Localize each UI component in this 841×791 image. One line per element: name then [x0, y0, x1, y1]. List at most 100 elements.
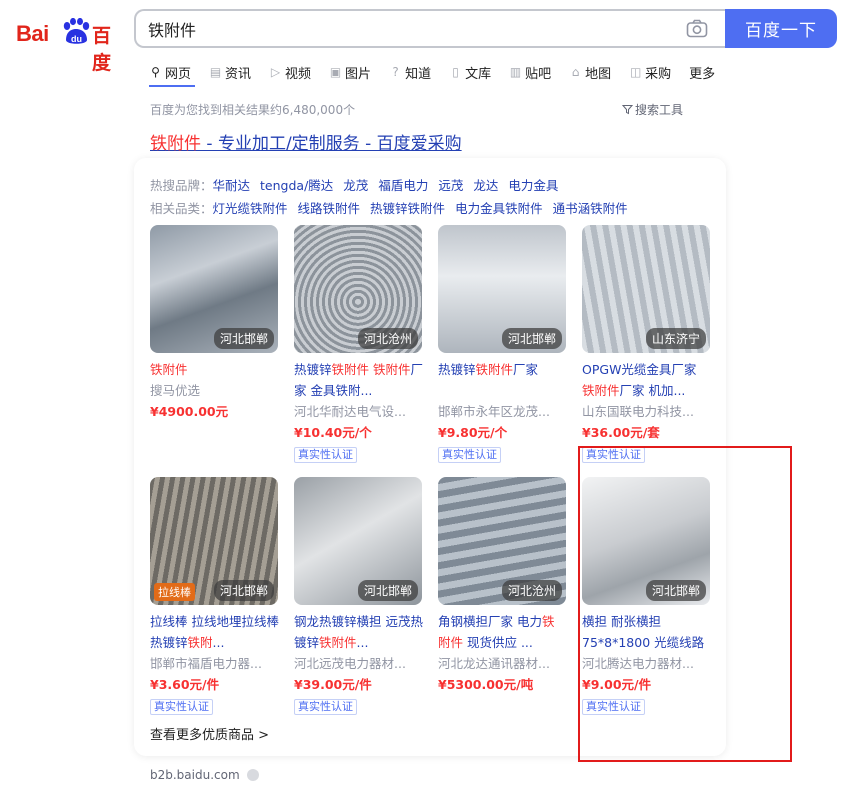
active-tab-indicator — [149, 85, 195, 87]
product-image[interactable]: 河北沧州 — [438, 477, 566, 605]
product-shop-name[interactable]: 邯郸市福盾电力器... — [150, 653, 280, 674]
related-category-link[interactable]: 线路铁附件 — [298, 201, 361, 216]
tab-label: 更多 — [689, 66, 716, 82]
product-item[interactable]: 山东济宁 OPGW光缆金具厂家 铁附件厂家 机加... 山东国联电力科技... ¥36… — [582, 225, 712, 463]
tab-news[interactable]: ▤ 资讯 — [209, 60, 251, 84]
product-name-part: 铁 — [541, 614, 555, 629]
product-location-badge: 河北邯郸 — [645, 580, 706, 601]
related-category-link[interactable]: 热镀锌铁附件 — [370, 201, 445, 216]
authenticity-badge: 真实性认证 — [150, 699, 213, 715]
hot-brand-link[interactable]: 龙达 — [473, 178, 498, 193]
product-image-tag: 拉线棒 — [154, 583, 195, 601]
related-category-link[interactable]: 通书涵铁附件 — [553, 201, 628, 216]
product-shop-name[interactable]: 河北腾达电力器材... — [582, 653, 712, 674]
product-name-link[interactable]: 拉线棒 拉线地埋拉线棒 热镀锌铁附... — [150, 611, 280, 653]
result-title-keyword: 铁附件 — [150, 134, 201, 154]
product-name-link[interactable]: 钢龙热镀锌横担 远茂热镀锌铁附件... — [294, 611, 424, 653]
product-image[interactable]: 拉线棒 河北邯郸 — [150, 477, 278, 605]
product-image[interactable]: 河北沧州 — [294, 225, 422, 353]
tab-video[interactable]: ▷ 视频 — [269, 60, 311, 84]
product-image[interactable]: 山东济宁 — [582, 225, 710, 353]
hot-brand-link[interactable]: 远茂 — [438, 178, 463, 193]
product-shop-name[interactable]: 邯郸市永年区龙茂... — [438, 401, 568, 422]
product-item[interactable]: 河北邯郸横担 耐张横担75*8*1800 光缆线路铁... 河北腾达电力器材...… — [582, 477, 712, 715]
hot-brand-link[interactable]: 福盾电力 — [378, 178, 428, 193]
result-title-link[interactable]: 铁附件 - 专业加工/定制服务 - 百度爱采购 — [150, 129, 462, 154]
tab-doc[interactable]: ▯ 文库 — [449, 60, 491, 84]
aicaigou-card: 热搜品牌：华耐达 tengda/腾达 龙茂 福盾电力 远茂 龙达 电力金具 相关品类：灯光缆… — [134, 158, 726, 756]
product-price: ¥9.00元/件 — [582, 677, 652, 692]
tab-map[interactable]: ⌂ 地图 — [569, 60, 611, 84]
logo-du-text: du — [71, 34, 82, 44]
product-location-badge: 河北邯郸 — [357, 580, 418, 601]
tab-image[interactable]: ▣ 图片 — [329, 60, 371, 84]
product-image[interactable]: 河北邯郸 — [582, 477, 710, 605]
product-location-badge: 河北沧州 — [357, 328, 418, 349]
product-image[interactable]: 河北邯郸 — [294, 477, 422, 605]
product-name-link[interactable]: 铁附件 — [150, 359, 280, 380]
product-price: ¥3.60元/件 — [150, 677, 220, 692]
product-shop-name[interactable]: 河北华耐达电气设... — [294, 401, 424, 422]
authenticity-badge: 真实性认证 — [294, 447, 357, 463]
search-button[interactable]: 百度一下 — [725, 9, 837, 48]
product-name-part: OPGW光缆金具厂家 — [582, 362, 697, 377]
product-shop-name[interactable]: 河北龙达通讯器材... — [438, 653, 568, 674]
site-url[interactable]: b2b.baidu.com — [150, 768, 259, 782]
product-location-badge: 河北邯郸 — [213, 328, 274, 349]
result-title-rest: - 专业加工/定制服务 - 百度爱采购 — [201, 134, 462, 154]
authenticity-badge: 真实性认证 — [582, 447, 645, 463]
search-tools-button[interactable]: 搜索工具 — [622, 101, 683, 118]
camera-icon[interactable] — [686, 19, 708, 38]
product-item[interactable]: 河北沧州 热镀锌铁附件 铁附件厂家 金具铁附... 河北华耐达电气设... ¥10.4… — [294, 225, 424, 463]
product-name-link[interactable]: 横担 耐张横担75*8*1800 光缆线路铁... — [582, 611, 712, 653]
product-name-part: 铁附件 — [475, 362, 514, 377]
baidu-logo[interactable]: Bai du 百度 — [16, 11, 120, 74]
related-categories-label: 相关品类： — [150, 201, 213, 216]
product-image[interactable]: 河北邯郸 — [150, 225, 278, 353]
tab-label: 知道 — [405, 66, 432, 82]
authenticity-badge: 真实性认证 — [582, 699, 645, 715]
product-name-link[interactable]: 热镀锌铁附件 铁附件厂家 金具铁附... — [294, 359, 424, 401]
related-category-link[interactable]: 电力金具铁附件 — [455, 201, 543, 216]
product-name-part: 横担 耐张横担75*8*1800 光缆线路铁... — [582, 614, 705, 650]
product-item[interactable]: 河北邯郸 热镀锌铁附件厂家 邯郸市永年区龙茂... ¥9.80元/个 真实性认证 — [438, 225, 568, 463]
product-item[interactable]: 河北邯郸钢龙热镀锌横担 远茂热镀锌铁附件... 河北远茂电力器材... ¥39.00… — [294, 477, 424, 715]
product-item[interactable]: 河北邯郸 铁附件 搜马优选 ¥4900.00元 — [150, 225, 280, 422]
product-shop-name[interactable]: 搜马优选 — [150, 380, 280, 401]
product-name-link[interactable]: 角钢横担厂家 电力铁 附件 现货供应 ... — [438, 611, 568, 653]
hot-brand-link[interactable]: tengda/腾达 — [260, 178, 333, 193]
product-name-part: ... — [356, 635, 369, 650]
product-price: ¥5300.00元/吨 — [438, 677, 534, 692]
cart-icon: ◫ — [629, 64, 642, 79]
tab-more[interactable]: 更多 — [689, 60, 715, 84]
tab-label: 采购 — [645, 66, 672, 82]
tab-tieba[interactable]: ▥ 贴吧 — [509, 60, 551, 84]
product-name-part: 铁附件 — [319, 635, 357, 650]
product-shop-name[interactable]: 山东国联电力科技... — [582, 401, 712, 422]
related-category-link[interactable]: 灯光缆铁附件 — [213, 201, 288, 216]
search-box — [134, 9, 726, 48]
product-price: ¥39.00元/件 — [294, 677, 372, 692]
search-input[interactable] — [148, 18, 668, 40]
product-name-link[interactable]: OPGW光缆金具厂家 铁附件厂家 机加... — [582, 359, 712, 401]
product-price: ¥36.00元/套 — [582, 425, 660, 440]
tab-label: 文库 — [465, 66, 492, 82]
tab-cart[interactable]: ◫ 采购 — [629, 60, 671, 84]
hot-brand-link[interactable]: 龙茂 — [343, 178, 368, 193]
product-price: ¥9.80元/个 — [438, 425, 508, 440]
logo-chinese-text: 百度 — [92, 25, 112, 74]
news-icon: ▤ — [209, 64, 222, 79]
product-name-link[interactable]: 热镀锌铁附件厂家 — [438, 359, 568, 401]
hot-brand-link[interactable]: 华耐达 — [213, 178, 251, 193]
product-image[interactable]: 河北邯郸 — [438, 225, 566, 353]
product-shop-name[interactable]: 河北远茂电力器材... — [294, 653, 424, 674]
tab-label: 资讯 — [225, 66, 252, 82]
tab-search[interactable]: ⚲ 网页 — [149, 60, 191, 84]
site-info-icon[interactable] — [246, 769, 259, 781]
tab-question[interactable]: ? 知道 — [389, 60, 431, 84]
site-url-text: b2b.baidu.com — [150, 768, 240, 782]
product-item[interactable]: 河北沧州角钢横担厂家 电力铁 附件 现货供应 ... 河北龙达通讯器材... ¥53… — [438, 477, 568, 695]
hot-brand-link[interactable]: 电力金具 — [508, 178, 558, 193]
see-more-link[interactable]: 查看更多优质商品 > — [150, 724, 269, 743]
product-item[interactable]: 拉线棒 河北邯郸拉线棒 拉线地埋拉线棒 热镀锌铁附... 邯郸市福盾电力器... ¥3… — [150, 477, 280, 715]
